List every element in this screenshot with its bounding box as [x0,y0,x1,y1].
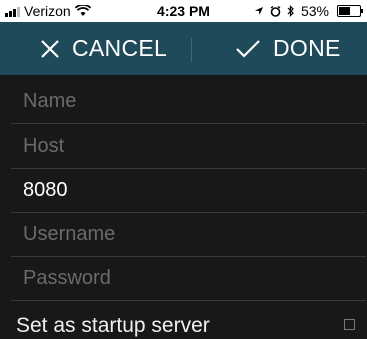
bluetooth-icon [287,5,294,17]
startup-server-label: Set as startup server [16,314,210,337]
status-right: 53% [254,3,363,19]
alarm-icon [270,5,281,17]
done-label: DONE [273,35,341,61]
cancel-label: CANCEL [72,35,168,61]
location-icon [254,7,263,15]
status-bar: Verizon 4:23 PM 53% [0,0,367,22]
password-field[interactable] [11,256,366,301]
startup-server-checkbox[interactable] [344,319,355,330]
battery-percent: 53% [300,3,329,19]
port-input[interactable] [11,178,363,202]
username-input[interactable] [11,222,363,246]
action-divider [191,38,192,62]
close-icon [41,39,59,58]
password-input[interactable] [11,266,363,290]
battery-icon [337,5,363,17]
checkmark-icon [236,39,260,58]
host-field[interactable] [11,124,366,169]
action-bar: CANCEL DONE [0,22,367,75]
battery-fill [339,7,350,15]
port-field[interactable] [11,168,366,213]
cancel-button[interactable]: CANCEL [40,22,167,75]
name-field[interactable] [11,79,366,124]
name-input[interactable] [11,89,363,113]
done-button[interactable]: DONE [235,22,341,75]
startup-server-row[interactable]: Set as startup server [0,304,367,339]
username-field[interactable] [11,212,366,257]
host-input[interactable] [11,134,363,158]
